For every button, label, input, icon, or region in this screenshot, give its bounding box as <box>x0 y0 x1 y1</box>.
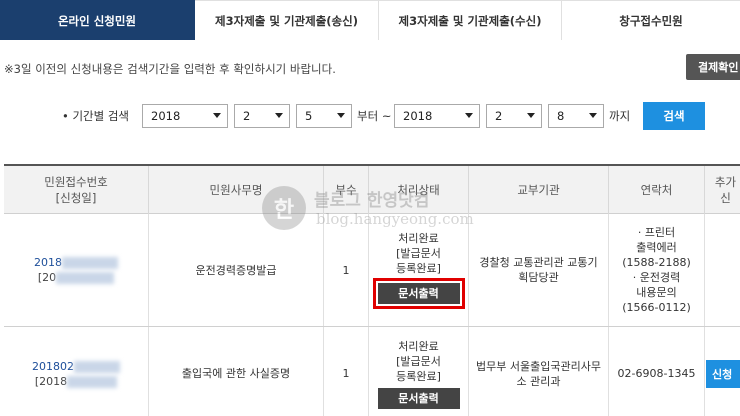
contact-line-5: 내용문의 <box>636 286 677 299</box>
from-month-select[interactable]: 2 <box>234 104 290 128</box>
redacted-block <box>74 360 120 373</box>
chevron-down-icon <box>213 113 221 118</box>
header-receipt-no-label: 민원접수번호 <box>44 175 108 189</box>
status-line-3: 등록완료] <box>396 369 441 383</box>
header-receipt-no: 민원접수번호 [신청일] <box>4 166 149 214</box>
watermark: 한 블로그 한영닷컴 blog.hangyeong.com <box>262 186 482 234</box>
from-day-value: 5 <box>305 109 313 123</box>
search-label: • 기간별 검색 <box>62 109 129 123</box>
contact-line-4: · 운전경력 <box>632 271 681 284</box>
watermark-title: 블로그 한영닷컴 <box>314 191 430 211</box>
contact-line-1: · 프린터 <box>637 226 676 239</box>
from-year-select[interactable]: 2018 <box>142 104 228 128</box>
receipt-cell: 201802 [2018 <box>4 327 149 416</box>
period-search: • 기간별 검색 2018 2 5 부터 ~ 2018 2 8 까지 검색 <box>0 100 740 130</box>
to-month-select[interactable]: 2 <box>486 104 542 128</box>
service-name: 출입국에 관한 사실증명 <box>149 327 324 416</box>
apply-button[interactable]: 신청 <box>706 360 740 388</box>
print-document-button[interactable]: 문서출력 <box>377 283 460 304</box>
contact-line-2: 출력에러 <box>636 241 677 254</box>
chevron-down-icon <box>589 113 597 118</box>
redacted-block <box>62 257 118 269</box>
receipt-date: [2018 <box>34 374 118 389</box>
receipt-date: [20 <box>37 270 115 285</box>
header-agency: 교부기관 <box>469 166 609 214</box>
table-row: 201802 [2018 출입국에 관한 사실증명 1 처리완료 [발급문서 등… <box>4 327 740 416</box>
receipt-number-link[interactable]: 2018 <box>34 255 118 270</box>
from-day-select[interactable]: 5 <box>296 104 352 128</box>
payment-confirm-button[interactable]: 결제확인 <box>686 54 740 80</box>
header-contact: 연락처 <box>609 166 705 214</box>
agency: 법무부 서울출입국관리사무소 관리과 <box>469 327 609 416</box>
to-day-select[interactable]: 8 <box>548 104 604 128</box>
header-receipt-date-label: [신청일] <box>55 191 97 205</box>
to-suffix: 까지 <box>609 109 631 123</box>
receipt-number: 201802 <box>32 359 74 373</box>
status-line-2: [발급문서 <box>396 247 441 260</box>
status-line-3: 등록완료] <box>396 262 441 275</box>
contact-line-6: (1566-0112) <box>622 301 691 314</box>
contact: 02-6908-1345 <box>609 327 705 416</box>
redacted-block <box>56 272 115 284</box>
chevron-down-icon <box>465 113 473 118</box>
highlight-box: 문서출력 <box>372 278 465 309</box>
search-button[interactable]: 검색 <box>643 102 705 130</box>
contact-cell: · 프린터 출력에러 (1588-2188) · 운전경력 내용문의 (1566… <box>609 214 705 326</box>
receipt-number-link[interactable]: 201802 <box>32 359 120 374</box>
chevron-down-icon <box>337 113 345 118</box>
to-day-value: 8 <box>557 109 565 123</box>
to-year-select[interactable]: 2018 <box>394 104 480 128</box>
from-suffix: 부터 ~ <box>357 109 392 123</box>
notice-text: ※3일 이전의 신청내용은 검색기간을 입력한 후 확인하시기 바랍니다. <box>4 62 336 76</box>
chevron-down-icon <box>527 113 535 118</box>
contact-line-3: (1588-2188) <box>622 256 691 269</box>
status-line-1: 처리완료 <box>398 339 439 353</box>
receipt-number: 2018 <box>34 256 62 269</box>
to-year-value: 2018 <box>403 109 433 123</box>
tab-counter-applications[interactable]: 창구접수민원 <box>562 0 740 40</box>
agency: 경찰청 교통관리관 교통기획담당관 <box>469 214 609 326</box>
status-line-2: [발급문서 <box>396 354 441 368</box>
tab-bar: 온라인 신청민원 제3자제출 및 기관제출(송신) 제3자제출 및 기관제출(수… <box>0 0 740 40</box>
redacted-block <box>67 375 118 388</box>
status-cell: 처리완료 [발급문서 등록완료] 문서출력 <box>369 327 469 416</box>
from-month-value: 2 <box>243 109 251 123</box>
print-document-button[interactable]: 문서출력 <box>377 387 460 409</box>
chevron-down-icon <box>275 113 283 118</box>
header-extra: 추가신 <box>714 175 737 205</box>
receipt-date-text: [2018 <box>34 374 68 388</box>
from-year-value: 2018 <box>151 109 181 123</box>
watermark-url: blog.hangyeong.com <box>316 210 474 228</box>
tab-third-party-received[interactable]: 제3자제출 및 기관제출(수신) <box>379 0 562 40</box>
copies: 1 <box>324 327 369 416</box>
tab-online-applications[interactable]: 온라인 신청민원 <box>0 0 195 40</box>
extra-cell <box>705 214 740 326</box>
receipt-cell: 2018 [20 <box>4 214 149 326</box>
receipt-date-text: [20 <box>37 271 57 284</box>
watermark-logo: 한 <box>262 186 306 230</box>
to-month-value: 2 <box>495 109 503 123</box>
tab-third-party-sent[interactable]: 제3자제출 및 기관제출(송신) <box>195 0 379 40</box>
